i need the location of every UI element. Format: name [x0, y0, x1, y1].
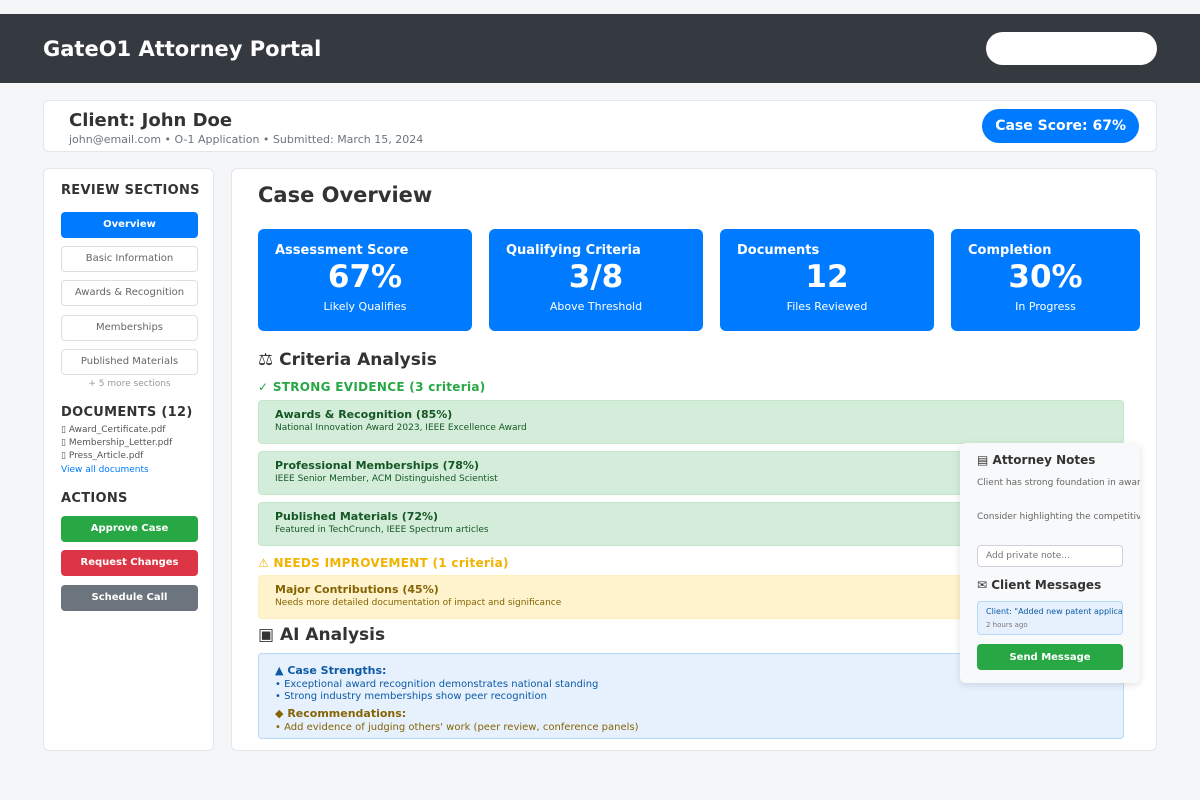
criteria-description: National Innovation Award 2023, IEEE Exc… — [275, 423, 527, 433]
document-name: Membership_Letter.pdf — [68, 438, 173, 448]
attorney-notes-panel: ▤ Attorney Notes Client has strong found… — [960, 443, 1140, 683]
stat-subtext: Likely Qualifies — [323, 300, 407, 313]
stat-label: Assessment Score — [275, 243, 409, 258]
document-icon: ▯ — [61, 438, 66, 448]
strengths-icon: ▲ — [275, 664, 284, 677]
stat-subtext: Files Reviewed — [786, 300, 868, 313]
case-strengths-title: Case Strengths: — [287, 664, 387, 677]
nav-awards-recognition[interactable]: Awards & Recognition — [61, 280, 198, 306]
recommendation-item: • Add evidence of judging others' work (… — [275, 722, 639, 733]
schedule-call-button[interactable]: Schedule Call — [61, 585, 198, 611]
approve-case-button[interactable]: Approve Case — [61, 516, 198, 542]
message-icon: ✉ — [977, 578, 988, 592]
criteria-analysis-heading: ⚖ Criteria Analysis — [258, 350, 437, 370]
nav-memberships[interactable]: Memberships — [61, 315, 198, 341]
document-item[interactable]: ▯ Press_Article.pdf — [61, 451, 143, 461]
stat-card-assessment-score: Assessment Score 67% Likely Qualifies — [258, 229, 472, 331]
document-item[interactable]: ▯ Award_Certificate.pdf — [61, 425, 165, 435]
page-title: Case Overview — [258, 183, 433, 207]
app-title: GateO1 Attorney Portal — [43, 37, 322, 61]
robot-icon: ▣ — [258, 625, 275, 645]
nav-published-materials[interactable]: Published Materials — [61, 349, 198, 375]
lightbulb-icon: ◆ — [275, 707, 284, 720]
note-text: Consider highlighting the competitive na… — [977, 512, 1140, 522]
stat-card-qualifying-criteria: Qualifying Criteria 3/8 Above Threshold — [489, 229, 703, 331]
client-messages-title: Client Messages — [991, 578, 1102, 592]
search-input[interactable] — [986, 32, 1157, 65]
client-name: Client: John Doe — [69, 110, 233, 131]
strength-item: • Strong industry memberships show peer … — [275, 691, 547, 702]
stat-value: 30% — [1008, 259, 1083, 295]
stat-subtext: Above Threshold — [549, 300, 643, 313]
stat-label: Documents — [737, 243, 820, 258]
client-messages-heading: ✉ Client Messages — [977, 578, 1101, 592]
attorney-notes-heading: ▤ Attorney Notes — [977, 453, 1095, 467]
documents-heading: DOCUMENTS (12) — [61, 405, 193, 420]
document-name: Press_Article.pdf — [68, 451, 144, 461]
stat-card-documents: Documents 12 Files Reviewed — [720, 229, 934, 331]
stat-label: Completion — [968, 243, 1052, 258]
criteria-description: Needs more detailed documentation of imp… — [275, 598, 562, 608]
client-meta: john@email.com • O-1 Application • Submi… — [69, 133, 424, 146]
note-text: Client has strong foundation in awards a… — [977, 478, 1140, 488]
criteria-description: IEEE Senior Member, ACM Distinguished Sc… — [275, 474, 498, 484]
attorney-notes-title: Attorney Notes — [992, 453, 1096, 467]
criteria-name: Major Contributions (45%) — [275, 583, 439, 596]
needs-improvement-title: NEEDS IMPROVEMENT (1 criteria) — [273, 556, 509, 570]
ai-analysis-heading: ▣ AI Analysis — [258, 625, 385, 645]
stat-subtext: In Progress — [1015, 300, 1076, 313]
recommendations-title: Recommendations: — [287, 707, 407, 720]
view-all-documents-link[interactable]: View all documents — [61, 465, 149, 475]
recommendations-heading: ◆ Recommendations: — [275, 707, 406, 720]
client-header: Client: John Doe john@email.com • O-1 Ap… — [43, 100, 1157, 152]
client-message[interactable]: Client: "Added new patent application do… — [977, 601, 1123, 635]
document-item[interactable]: ▯ Membership_Letter.pdf — [61, 438, 172, 448]
warning-icon: ⚠ — [258, 556, 270, 570]
private-note-input[interactable] — [977, 545, 1123, 567]
message-time: 2 hours ago — [986, 621, 1028, 629]
notes-icon: ▤ — [977, 453, 989, 467]
review-sections-heading: REVIEW SECTIONS — [61, 183, 200, 198]
scales-icon: ⚖ — [258, 350, 274, 370]
stat-value: 12 — [805, 259, 849, 295]
case-strengths-heading: ▲ Case Strengths: — [275, 664, 386, 677]
nav-basic-information[interactable]: Basic Information — [61, 246, 198, 272]
criteria-name: Professional Memberships (78%) — [275, 459, 479, 472]
needs-improvement-heading: ⚠ NEEDS IMPROVEMENT (1 criteria) — [258, 556, 509, 570]
document-icon: ▯ — [61, 451, 66, 461]
nav-overview[interactable]: Overview — [61, 212, 198, 238]
stat-value: 3/8 — [568, 259, 624, 295]
actions-heading: ACTIONS — [61, 491, 128, 506]
stat-value: 67% — [327, 259, 403, 295]
request-changes-button[interactable]: Request Changes — [61, 550, 198, 576]
message-text: Client: "Added new patent application do… — [986, 607, 1123, 616]
strong-evidence-heading: ✓ STRONG EVIDENCE (3 criteria) — [258, 380, 486, 394]
more-sections-link[interactable]: + 5 more sections — [61, 379, 198, 389]
document-icon: ▯ — [61, 425, 66, 435]
strength-item: • Exceptional award recognition demonstr… — [275, 679, 599, 690]
stat-label: Qualifying Criteria — [506, 243, 641, 258]
ai-analysis-title: AI Analysis — [279, 625, 386, 645]
case-score-badge: Case Score: 67% — [982, 109, 1139, 143]
criteria-description: Featured in TechCrunch, IEEE Spectrum ar… — [275, 525, 489, 535]
criteria-name: Awards & Recognition (85%) — [275, 408, 453, 421]
top-bar: GateO1 Attorney Portal — [0, 14, 1200, 83]
send-message-button[interactable]: Send Message — [977, 644, 1123, 670]
sidebar: REVIEW SECTIONS Overview Basic Informati… — [43, 168, 214, 751]
criteria-analysis-title: Criteria Analysis — [279, 350, 437, 370]
stat-card-completion: Completion 30% In Progress — [951, 229, 1140, 331]
criteria-name: Published Materials (72%) — [275, 510, 439, 523]
document-name: Award_Certificate.pdf — [68, 425, 166, 435]
criteria-card[interactable]: Awards & Recognition (85%) National Inno… — [258, 400, 1124, 444]
